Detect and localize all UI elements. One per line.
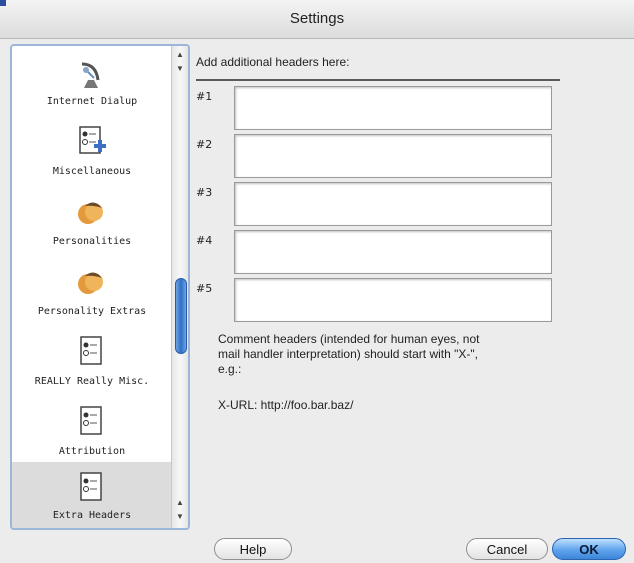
document-icon bbox=[80, 336, 102, 365]
personalities-icon bbox=[78, 202, 103, 224]
title-bar: Settings bbox=[0, 0, 634, 39]
scroll-down-arrow-icon[interactable]: ▼ bbox=[172, 62, 188, 76]
header-field-4[interactable] bbox=[234, 230, 552, 274]
sidebar-item-label: Attribution bbox=[58, 446, 126, 457]
scroll-up-arrow-icon[interactable]: ▲ bbox=[172, 48, 188, 62]
header-row-4: #4 bbox=[196, 230, 556, 276]
sidebar-item-label: REALLY Really Misc. bbox=[34, 376, 150, 387]
header-number: #2 bbox=[196, 138, 213, 151]
sidebar-scrollbar[interactable]: ▲ ▼ ▲ ▼ bbox=[171, 46, 188, 528]
sidebar-item-label: Miscellaneous bbox=[52, 166, 132, 177]
sidebar-item-label: Extra Headers bbox=[52, 510, 132, 521]
section-divider bbox=[196, 79, 560, 81]
personalities-icon bbox=[78, 272, 103, 294]
header-field-3[interactable] bbox=[234, 182, 552, 226]
headers-section-title: Add additional headers here: bbox=[196, 55, 350, 69]
ok-button[interactable]: OK bbox=[552, 538, 626, 560]
settings-sidebar: Internet Dialup Miscellaneous Personalit… bbox=[10, 44, 190, 530]
header-number: #1 bbox=[196, 90, 213, 103]
sidebar-item-attribution[interactable]: Attribution bbox=[12, 396, 172, 466]
help-button[interactable]: Help bbox=[214, 538, 292, 560]
sidebar-item-miscellaneous[interactable]: Miscellaneous bbox=[12, 116, 172, 186]
window-title: Settings bbox=[289, 10, 345, 27]
scroll-down-arrow-icon[interactable]: ▼ bbox=[172, 510, 188, 524]
sidebar-item-personalities[interactable]: Personalities bbox=[12, 186, 172, 256]
sidebar-item-label: Personality Extras bbox=[37, 306, 147, 317]
window-corner-mark bbox=[0, 0, 6, 6]
header-row-2: #2 bbox=[196, 134, 556, 180]
scroll-up-arrow-icon[interactable]: ▲ bbox=[172, 496, 188, 510]
header-field-1[interactable] bbox=[234, 86, 552, 130]
satellite-dish-icon bbox=[81, 62, 100, 88]
sidebar-list: Internet Dialup Miscellaneous Personalit… bbox=[12, 46, 172, 528]
header-number: #4 bbox=[196, 234, 213, 247]
comment-headers-help-text: Comment headers (intended for human eyes… bbox=[218, 332, 480, 376]
header-number: #3 bbox=[196, 186, 213, 199]
document-icon bbox=[80, 406, 102, 435]
sidebar-item-personality-extras[interactable]: Personality Extras bbox=[12, 256, 172, 326]
header-field-2[interactable] bbox=[234, 134, 552, 178]
sidebar-item-internet-dialup[interactable]: Internet Dialup bbox=[12, 46, 172, 116]
sidebar-item-label: Internet Dialup bbox=[46, 96, 138, 107]
sidebar-item-label: Personalities bbox=[52, 236, 132, 247]
scrollbar-thumb[interactable] bbox=[175, 278, 187, 354]
header-field-5[interactable] bbox=[234, 278, 552, 322]
header-row-1: #1 bbox=[196, 86, 556, 132]
sidebar-item-extra-headers[interactable]: Extra Headers bbox=[12, 462, 172, 528]
cancel-button[interactable]: Cancel bbox=[466, 538, 548, 560]
document-add-icon bbox=[79, 126, 106, 154]
header-row-3: #3 bbox=[196, 182, 556, 228]
header-row-5: #5 bbox=[196, 278, 556, 324]
example-header-text: X-URL: http://foo.bar.baz/ bbox=[218, 398, 354, 412]
sidebar-item-really-misc[interactable]: REALLY Really Misc. bbox=[12, 326, 172, 396]
document-icon bbox=[80, 472, 102, 501]
header-number: #5 bbox=[196, 282, 213, 295]
